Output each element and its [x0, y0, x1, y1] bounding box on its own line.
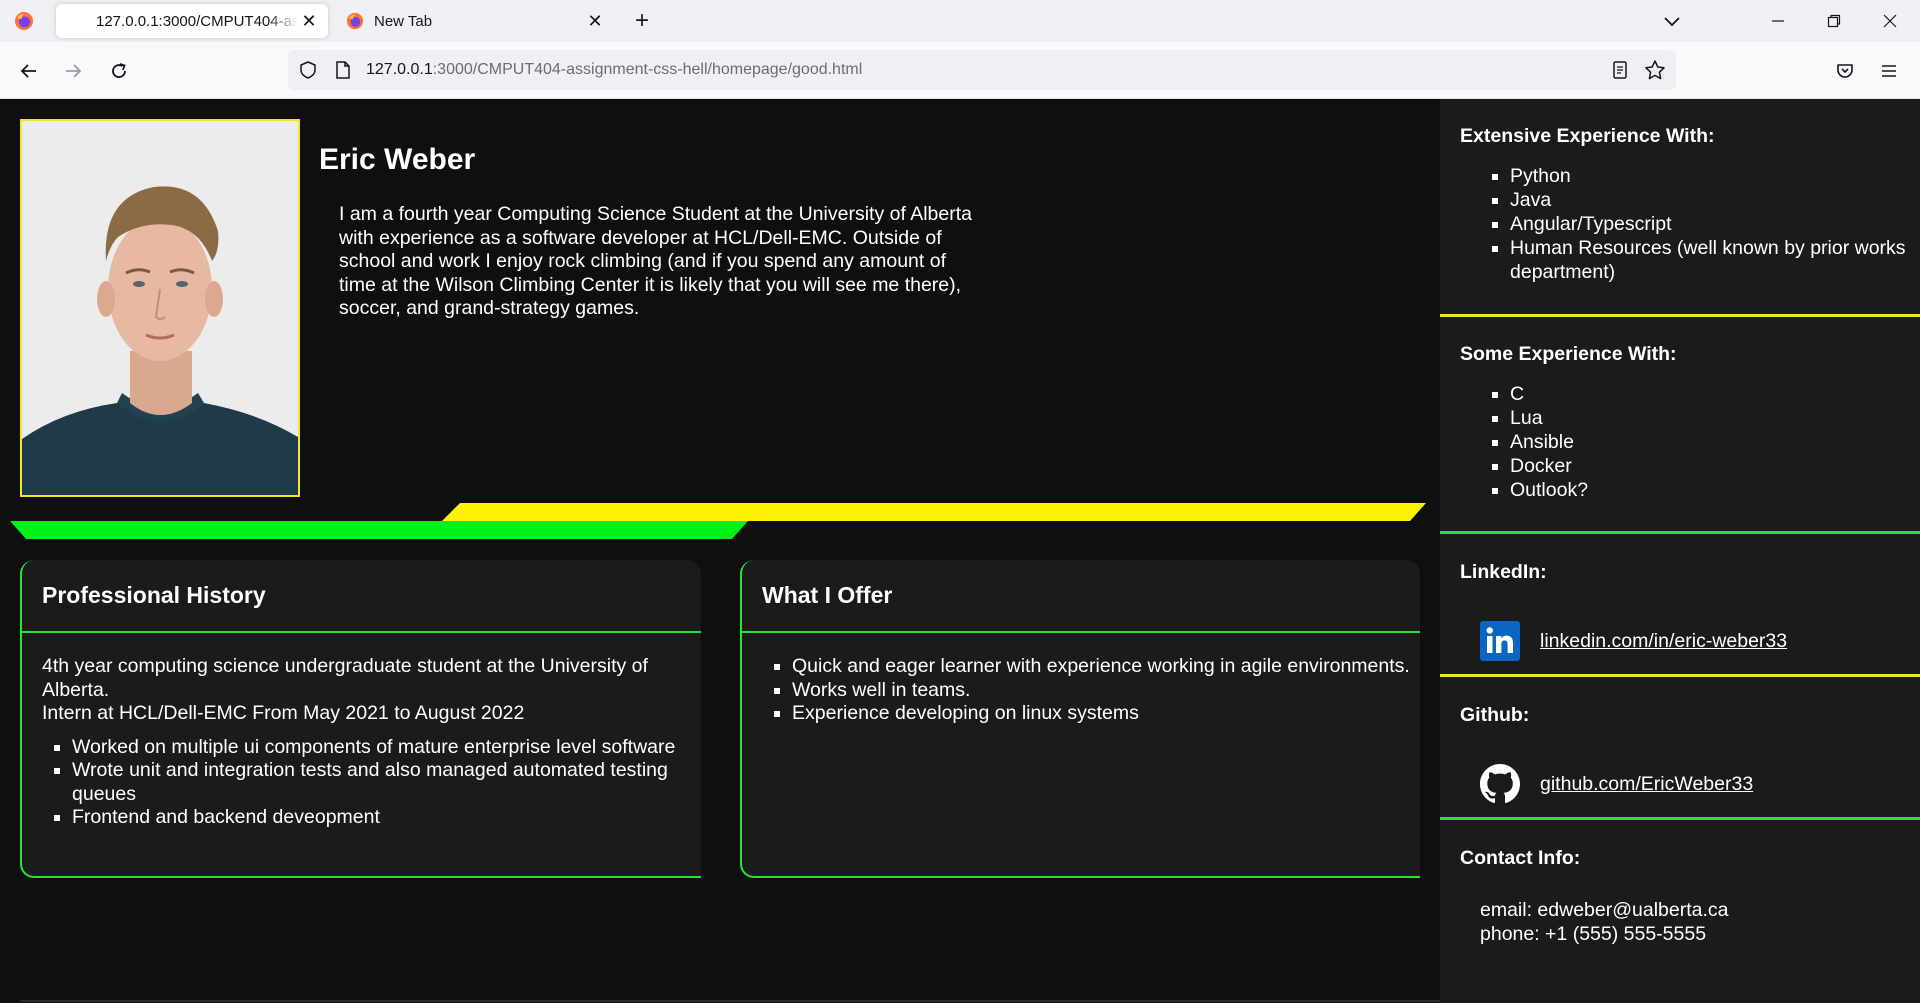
list-item: Java [1510, 188, 1920, 212]
history-line: Intern at HCL/Dell-EMC From May 2021 to … [42, 702, 525, 724]
list-item: Ansible [1510, 430, 1920, 454]
close-tab-icon[interactable]: ✕ [298, 10, 320, 32]
url-text[interactable]: 127.0.0.1:3000/CMPUT404-assignment-css-h… [366, 61, 862, 79]
what-i-offer-card: What I Offer Quick and eager learner wit… [740, 560, 1420, 878]
linkedin-link[interactable]: linkedin.com/in/eric-weber33 [1540, 630, 1787, 653]
github-section: Github: [1440, 704, 1920, 727]
minimize-button[interactable] [1750, 0, 1806, 42]
list-item: Angular/Typescript [1510, 212, 1920, 236]
footer-divider [20, 1000, 1440, 1002]
skills-list: Python Java Angular/Typescript Human Res… [1460, 164, 1920, 284]
yellow-accent-stripe [442, 503, 1426, 521]
close-tab-icon[interactable]: ✕ [584, 10, 606, 32]
list-item: C [1510, 382, 1920, 406]
profile-photo [20, 119, 300, 497]
tab-title: New Tab [374, 12, 433, 30]
list-item: Experience developing on linux systems [792, 702, 1420, 726]
tab-new-tab[interactable]: New Tab ✕ [334, 4, 614, 38]
what-i-offer-title: What I Offer [742, 560, 1420, 633]
close-icon [1883, 14, 1897, 28]
hamburger-menu-icon [1882, 65, 1896, 77]
url-path: :3000/CMPUT404-assignment-css-hell/homep… [432, 61, 863, 78]
page-content: Eric Weber I am a fourth year Computing … [0, 99, 1920, 1003]
restore-icon [1827, 14, 1841, 28]
back-arrow-icon [20, 64, 36, 78]
section-heading: Contact Info: [1460, 847, 1581, 869]
list-item: Frontend and backend deveopment [72, 806, 701, 830]
list-item: Python [1510, 164, 1920, 188]
list-item: Works well in teams. [792, 679, 1420, 703]
professional-history-card: Professional History 4th year computing … [20, 560, 701, 878]
tab-bar: 127.0.0.1:3000/CMPUT404-assignment-css-h… [0, 0, 1920, 42]
list-item: Worked on multiple ui components of matu… [72, 736, 701, 760]
section-heading: LinkedIn: [1460, 561, 1547, 583]
profile-name: Eric Weber [319, 143, 476, 176]
yellow-divider [1440, 314, 1920, 317]
list-item: Wrote unit and integration tests and als… [72, 759, 701, 806]
list-item: Outlook? [1510, 478, 1920, 502]
url-host: 127.0.0.1 [366, 61, 433, 78]
new-tab-button[interactable]: + [628, 9, 656, 35]
offer-list: Quick and eager learner with experience … [762, 655, 1420, 726]
minimize-icon [1772, 20, 1784, 22]
address-bar[interactable]: 127.0.0.1:3000/CMPUT404-assignment-css-h… [288, 50, 1676, 90]
forward-button[interactable] [58, 56, 88, 86]
history-list: Worked on multiple ui components of matu… [42, 736, 701, 830]
firefox-icon [346, 12, 364, 30]
yellow-divider [1440, 674, 1920, 677]
profile-bio: I am a fourth year Computing Science Stu… [339, 203, 972, 319]
close-window-button[interactable] [1862, 0, 1918, 42]
menu-button[interactable] [1874, 56, 1904, 86]
list-item: Quick and eager learner with experience … [792, 655, 1420, 679]
green-divider [1440, 531, 1920, 534]
contact-email: email: edweber@ualberta.ca [1480, 899, 1729, 921]
green-divider [1440, 817, 1920, 820]
github-icon[interactable] [1480, 764, 1520, 804]
list-item: Human Resources (well known by prior wor… [1510, 236, 1920, 284]
page-info-icon[interactable] [334, 60, 352, 80]
linkedin-row: linkedin.com/in/eric-weber33 [1480, 621, 1787, 661]
professional-history-title: Professional History [22, 560, 701, 633]
extensive-experience-section: Extensive Experience With: Python Java A… [1440, 125, 1920, 284]
back-button[interactable] [14, 56, 44, 86]
some-experience-section: Some Experience With: C Lua Ansible Dock… [1440, 343, 1920, 502]
reader-view-icon[interactable] [1610, 60, 1630, 80]
tab-homepage[interactable]: 127.0.0.1:3000/CMPUT404-assignment-css-h… [56, 4, 328, 38]
list-item: Docker [1510, 454, 1920, 478]
shield-icon[interactable] [298, 60, 318, 80]
contact-section: Contact Info: [1440, 847, 1920, 870]
section-heading: Extensive Experience With: [1460, 125, 1715, 147]
reload-button[interactable] [104, 56, 134, 86]
history-line: 4th year computing science undergraduate… [42, 655, 648, 701]
skills-list: C Lua Ansible Docker Outlook? [1460, 382, 1920, 502]
section-heading: Github: [1460, 704, 1530, 726]
list-item: Lua [1510, 406, 1920, 430]
linkedin-icon[interactable] [1480, 621, 1520, 661]
portrait-image [22, 121, 298, 495]
navigation-toolbar: 127.0.0.1:3000/CMPUT404-assignment-css-h… [0, 42, 1920, 99]
restore-button[interactable] [1806, 0, 1862, 42]
github-row: github.com/EricWeber33 [1480, 764, 1753, 804]
contact-phone: phone: +1 (555) 555-5555 [1480, 922, 1707, 945]
contact-info: email: edweber@ualberta.ca phone: +1 (55… [1480, 899, 1729, 946]
reload-icon [112, 63, 126, 78]
bookmark-star-icon[interactable] [1644, 59, 1666, 81]
sidebar: Extensive Experience With: Python Java A… [1440, 99, 1920, 1003]
github-link[interactable]: github.com/EricWeber33 [1540, 773, 1753, 796]
forward-arrow-icon [66, 64, 82, 78]
section-heading: Some Experience With: [1460, 343, 1677, 365]
pocket-button[interactable] [1830, 56, 1860, 86]
pocket-icon [1837, 64, 1853, 78]
chevron-down-icon[interactable] [1660, 10, 1684, 32]
tab-title: 127.0.0.1:3000/CMPUT404-assignment-css-h… [96, 12, 298, 30]
firefox-icon[interactable] [14, 11, 34, 31]
linkedin-section: LinkedIn: [1440, 561, 1920, 584]
page-icon [68, 12, 86, 30]
green-accent-stripe [10, 521, 748, 539]
